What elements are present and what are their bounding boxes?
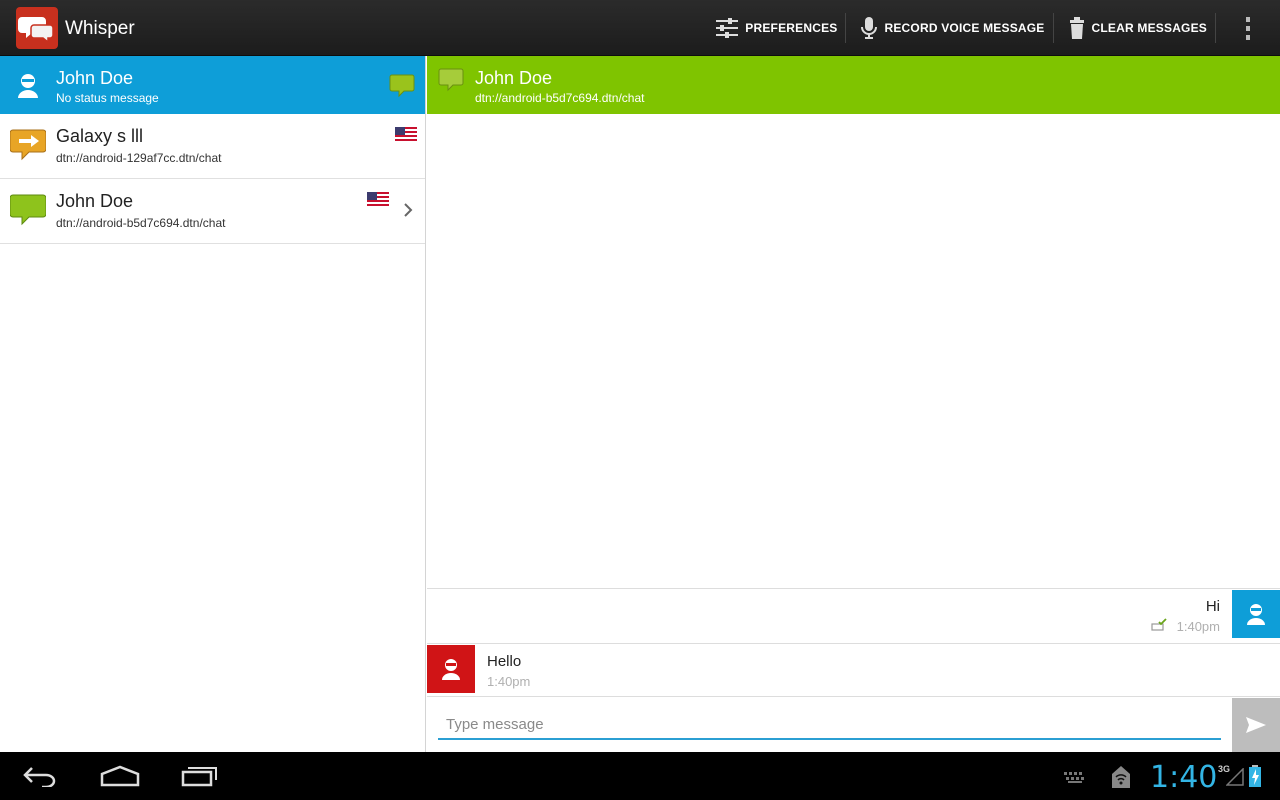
more-vertical-icon [1246,17,1250,40]
system-bar: 1:40 3G [0,752,1280,800]
trash-icon [1069,17,1084,39]
overflow-menu-button[interactable] [1216,0,1280,56]
chat-arrow-icon [9,126,47,167]
signal-icon [1225,767,1244,791]
contact-address: dtn://android-129af7cc.dtn/chat [56,151,222,165]
app-title: Whisper [65,18,135,39]
send-button[interactable] [1232,698,1280,752]
preferences-button[interactable]: PREFERENCES [707,0,845,56]
chat-bubble-green-icon [389,72,415,103]
chat-bubble-green-icon [9,191,47,232]
message-outgoing[interactable]: Hi 1:40pm [427,588,1280,642]
wifi-notification-icon [1110,764,1132,795]
message-incoming[interactable]: Hello 1:40pm [427,643,1280,697]
my-status: No status message [56,91,159,105]
contact-row[interactable]: Galaxy s lll dtn://android-129af7cc.dtn/… [0,114,425,179]
recent-apps-icon [181,767,217,787]
chevron-right-icon [403,202,413,223]
message-time: 1:40pm [1176,619,1220,634]
my-name: John Doe [56,68,134,88]
action-bar: Whisper PREFERENCES RECORD VOICE MESSAGE… [0,0,1280,56]
home-button[interactable] [80,752,160,800]
conversation-header: John Doe dtn://android-b5d7c694.dtn/chat [427,56,1280,114]
chat-bubble-green-icon [438,66,464,97]
battery-charging-icon [1249,765,1261,792]
actions: PREFERENCES RECORD VOICE MESSAGE CLEAR M… [707,0,1280,56]
clock: 1:40 [1150,760,1218,795]
keyboard-icon [1064,771,1086,789]
preferences-label: PREFERENCES [745,21,838,35]
us-flag-icon [367,192,389,208]
contact-row[interactable]: John Doe dtn://android-b5d7c694.dtn/chat [0,179,425,244]
message-input[interactable] [438,710,1221,740]
back-button[interactable] [0,752,80,800]
back-icon [23,767,56,787]
conversation-contact-address: dtn://android-b5d7c694.dtn/chat [475,91,645,105]
microphone-icon [861,17,878,39]
message-composer [427,698,1280,752]
message-text: Hello [487,653,522,670]
app-window: Whisper PREFERENCES RECORD VOICE MESSAGE… [0,0,1280,800]
recent-apps-button[interactable] [160,752,240,800]
send-icon [1246,717,1266,733]
user-avatar-icon [427,645,475,693]
user-avatar-icon [1232,590,1280,638]
record-voice-message-label: RECORD VOICE MESSAGE [884,21,1045,35]
conversation-pane: John Doe dtn://android-b5d7c694.dtn/chat… [427,56,1280,752]
us-flag-icon [395,127,417,143]
my-profile-row[interactable]: John Doe No status message [0,56,425,114]
record-voice-message-button[interactable]: RECORD VOICE MESSAGE [846,0,1052,56]
home-icon [100,765,140,787]
clear-messages-label: CLEAR MESSAGES [1091,21,1207,35]
clear-messages-button[interactable]: CLEAR MESSAGES [1054,0,1215,56]
message-text: Hi [1205,598,1220,615]
user-avatar-icon [10,68,46,109]
contact-name: Galaxy s lll [56,126,144,146]
sliders-icon [716,18,739,38]
contact-list-pane: John Doe No status message Galaxy s lll … [0,56,426,752]
conversation-contact-name: John Doe [475,68,553,88]
delivered-check-icon [1151,618,1167,637]
contact-name: John Doe [56,191,134,211]
contact-address: dtn://android-b5d7c694.dtn/chat [56,216,226,230]
app-logo[interactable] [16,7,58,49]
message-time: 1:40pm [487,674,531,689]
